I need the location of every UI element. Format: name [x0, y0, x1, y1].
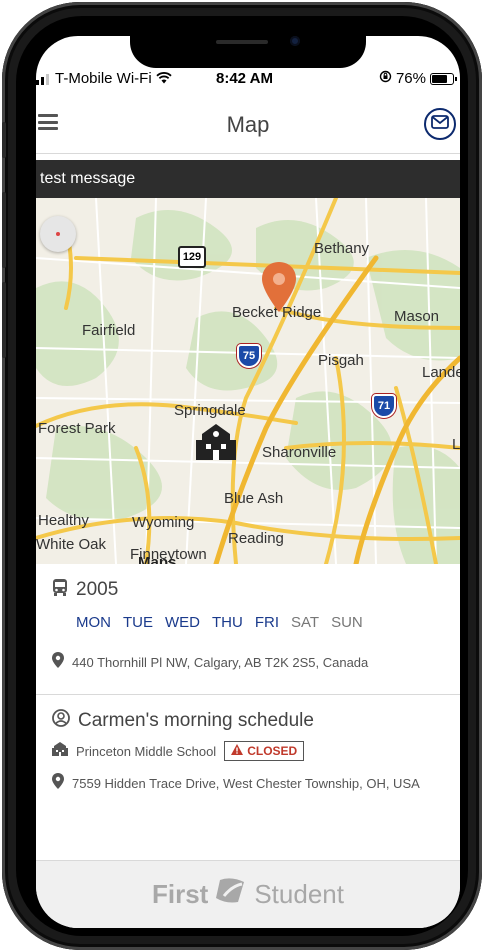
screen: T-Mobile Wi-Fi 8:42 AM 76% Map test mess… [36, 36, 460, 928]
map-label: Wyoming [132, 514, 195, 531]
map-label: Fairfield [82, 322, 136, 339]
maps-attribution[interactable]: Maps [138, 554, 176, 564]
interstate-shield: 75 [237, 344, 261, 368]
map-label: White Oak [36, 536, 107, 553]
warning-icon [231, 744, 244, 758]
interstate-shield: 71 [372, 394, 396, 418]
map-label: Healthy [38, 512, 89, 529]
banner-text: test message [40, 170, 136, 187]
day-label: FRI [254, 614, 279, 631]
side-button [2, 282, 6, 358]
day-label: SUN [331, 614, 363, 631]
status-text: CLOSED [247, 744, 298, 758]
map-base [36, 198, 460, 564]
location-pin-icon [52, 652, 64, 673]
location-dot-icon [56, 232, 60, 236]
user-icon [52, 709, 70, 732]
brand-second: Student [254, 879, 344, 909]
school-icon[interactable] [196, 424, 236, 465]
route-address: 440 Thornhill Pl NW, Calgary, AB T2K 2S5… [72, 655, 369, 670]
day-label: TUE [123, 614, 153, 631]
status-bar: T-Mobile Wi-Fi 8:42 AM 76% [36, 66, 460, 92]
battery-icon [430, 72, 457, 85]
camera [290, 36, 300, 46]
envelope-icon [431, 114, 449, 134]
school-name: Princeton Middle School [76, 743, 217, 759]
map-label: Springdale [174, 402, 246, 419]
location-pin-icon [52, 773, 64, 794]
map-view[interactable]: 129 75 71 Bethany Becket Ridge Mason Fai… [36, 198, 460, 564]
map-label: Reading [228, 530, 284, 547]
status-badge: CLOSED [224, 741, 305, 761]
locate-me-button[interactable] [40, 216, 76, 252]
map-label: Sharonville [262, 444, 337, 461]
attribution-text: Maps [138, 554, 177, 564]
map-pin-icon[interactable] [262, 262, 296, 317]
map-label: Bethany [314, 240, 370, 257]
clock: 8:42 AM [216, 70, 273, 87]
schedule-title: Carmen's morning schedule [78, 709, 314, 731]
bus-number: 2005 [76, 578, 119, 600]
schedule-card[interactable]: Carmen's morning schedule Princeton Midd… [36, 695, 460, 859]
speaker [216, 40, 268, 44]
brand-footer: First Student [36, 860, 460, 928]
message-banner[interactable]: test message [36, 160, 460, 198]
brand-first: First [152, 879, 209, 909]
map-label: Lande [422, 364, 460, 381]
route-shield: 129 [178, 246, 206, 268]
signal-icon [36, 73, 49, 85]
day-label: SAT [291, 614, 320, 631]
map-label: Mason [394, 308, 440, 325]
map-label: Forest Park [38, 420, 116, 437]
page-title: Map [226, 112, 270, 137]
side-button [2, 122, 6, 158]
day-label: MON [76, 614, 111, 631]
bus-icon [52, 578, 68, 601]
days-of-week: MON TUE WED THU FRI SAT SUN [76, 614, 367, 631]
app-header: Map [36, 94, 460, 154]
side-button [2, 192, 6, 268]
map-label: Pisgah [318, 352, 364, 369]
school-address: 7559 Hidden Trace Drive, West Chester To… [72, 776, 420, 791]
map-label: Blue Ash [224, 490, 284, 507]
school-building-icon [52, 741, 68, 761]
day-label: WED [165, 614, 200, 631]
carrier-label: T-Mobile Wi-Fi [55, 70, 152, 87]
wifi-icon [156, 71, 172, 87]
brand-logo-icon [214, 878, 248, 911]
messages-button[interactable] [424, 108, 456, 140]
notch [130, 36, 366, 68]
map-label: L [452, 436, 460, 453]
orientation-lock-icon [379, 70, 392, 87]
day-label: THU [212, 614, 243, 631]
route-card[interactable]: 2005 MON TUE WED THU FRI SAT SUN 440 Tho… [36, 564, 460, 694]
battery-percent: 76% [395, 70, 426, 87]
